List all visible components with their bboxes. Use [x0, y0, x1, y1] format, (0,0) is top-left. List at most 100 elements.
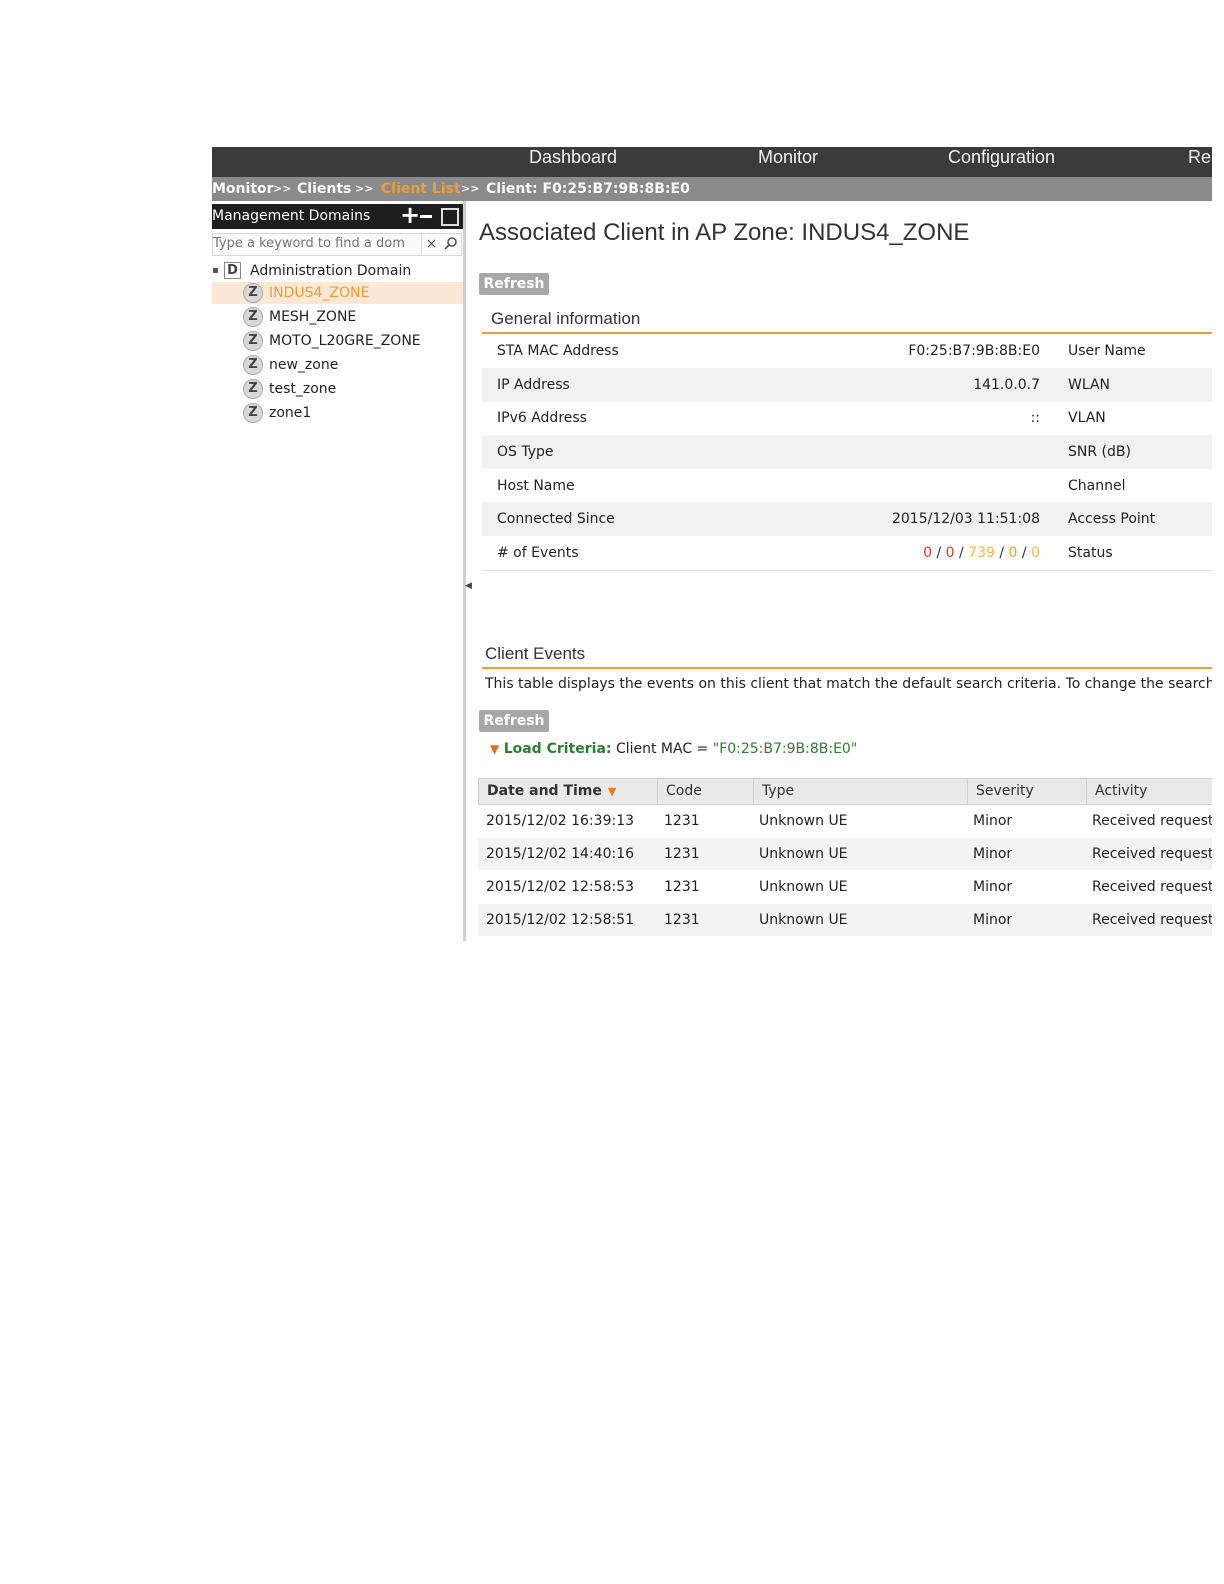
tree-item-new-zone[interactable]: Z new_zone — [212, 354, 463, 376]
table-row[interactable]: 2015/12/02 12:58:51 1231 Unknown UE Mino… — [478, 904, 1212, 936]
cell-type: Unknown UE — [759, 879, 848, 895]
events-refresh-button[interactable]: Refresh — [479, 710, 549, 732]
tree-item-indus4-zone[interactable]: Z INDUS4_ZONE — [212, 282, 463, 304]
table-row[interactable]: 2015/12/02 12:58:53 1231 Unknown UE Mino… — [478, 871, 1212, 903]
separator: / — [999, 545, 1005, 561]
crumb-separator: >> — [273, 182, 292, 195]
info-key: Channel — [1068, 478, 1126, 494]
major-count[interactable]: 0 — [946, 545, 955, 561]
crumb-monitor[interactable]: Monitor — [212, 177, 274, 201]
info-row: STA MAC Address F0:25:B7:9B:8B:E0 User N… — [482, 334, 1212, 368]
tree-item-mesh-zone[interactable]: Z MESH_ZONE — [212, 306, 463, 328]
separator: / — [936, 545, 942, 561]
tree-item-zone1[interactable]: Z zone1 — [212, 402, 463, 424]
sidebar-header: Management Domains + — [212, 201, 463, 229]
clear-icon[interactable]: × — [421, 234, 441, 255]
sidebar-title: Management Domains — [212, 208, 371, 224]
crumb-client: Client: F0:25:B7:9B:8B:E0 — [486, 181, 690, 197]
top-nav: Dashboard Monitor Configuration Re — [212, 147, 1212, 177]
info-value: :: — [1030, 410, 1040, 426]
tree-item-moto-l20gre-zone[interactable]: Z MOTO_L20GRE_ZONE — [212, 330, 463, 352]
criteria-key: Client MAC = — [615, 741, 709, 757]
column-type[interactable]: Type — [753, 779, 967, 804]
informational-count[interactable]: 0 — [1031, 545, 1040, 561]
info-key: OS Type — [497, 444, 554, 460]
sidebar-splitter[interactable] — [463, 201, 466, 941]
domain-search-input[interactable] — [213, 234, 419, 253]
crumb-separator: >> — [461, 182, 480, 195]
remove-icon[interactable] — [420, 215, 432, 218]
column-label: Date and Time — [487, 783, 602, 799]
info-row: IP Address 141.0.0.7 WLAN — [482, 368, 1212, 402]
search-icon[interactable] — [441, 234, 461, 255]
nav-dashboard[interactable]: Dashboard — [529, 147, 617, 177]
tree-item-label: Administration Domain — [250, 263, 412, 279]
cell-severity: Minor — [973, 813, 1013, 829]
info-value: 141.0.0.7 — [973, 377, 1040, 393]
column-date-time[interactable]: Date and Time ▼ — [479, 779, 657, 804]
cell-code: 1231 — [664, 813, 700, 829]
table-row[interactable]: 2015/12/02 16:39:13 1231 Unknown UE Mino… — [478, 805, 1212, 837]
cell-type: Unknown UE — [759, 912, 848, 928]
crumb-client-list[interactable]: Client List — [381, 177, 461, 201]
tree-item-label: INDUS4_ZONE — [269, 285, 370, 301]
event-counts: 0 / 0 / 739 / 0 / 0 — [923, 536, 1040, 570]
zone-icon: Z — [243, 355, 263, 375]
zone-icon: Z — [243, 331, 263, 351]
tree-item-label: MOTO_L20GRE_ZONE — [269, 333, 421, 349]
tree-item-label: zone1 — [269, 405, 312, 421]
main-content: Associated Client in AP Zone: INDUS4_ZON… — [470, 201, 1212, 941]
cell-activity: Received request — [1092, 813, 1212, 829]
table-row[interactable]: 2015/12/02 14:40:16 1231 Unknown UE Mino… — [478, 838, 1212, 870]
warning-count[interactable]: 0 — [1009, 545, 1018, 561]
zone-icon: Z — [243, 307, 263, 327]
tree-item-label: MESH_ZONE — [269, 309, 357, 325]
cell-date: 2015/12/02 12:58:53 — [486, 879, 635, 895]
column-severity[interactable]: Severity — [967, 779, 1086, 804]
tree-item-administration-domain[interactable]: ▪ D Administration Domain — [212, 260, 463, 282]
info-row: Host Name Channel — [482, 469, 1212, 503]
column-activity[interactable]: Activity — [1086, 779, 1212, 804]
cell-date: 2015/12/02 14:40:16 — [486, 846, 635, 862]
cell-activity: Received request — [1092, 879, 1212, 895]
nav-monitor[interactable]: Monitor — [758, 147, 818, 177]
info-key: WLAN — [1068, 377, 1111, 393]
cell-code: 1231 — [664, 912, 700, 928]
settings-icon[interactable] — [441, 208, 459, 226]
zone-icon: Z — [243, 403, 263, 423]
refresh-button[interactable]: Refresh — [479, 273, 549, 295]
minor-count[interactable]: 739 — [968, 545, 995, 561]
load-criteria[interactable]: ▼ Load Criteria: Client MAC = "F0:25:B7:… — [490, 741, 857, 757]
info-key: IP Address — [497, 377, 570, 393]
info-row: OS Type SNR (dB) — [482, 435, 1212, 469]
critical-count[interactable]: 0 — [923, 545, 932, 561]
cell-type: Unknown UE — [759, 846, 848, 862]
events-description: This table displays the events on this c… — [485, 676, 1212, 692]
breadcrumb: Monitor >> Clients >> Client List >> Cli… — [212, 177, 1212, 201]
add-icon[interactable]: + — [400, 201, 420, 229]
expand-icon[interactable]: ▼ — [490, 742, 499, 756]
domain-search: × — [212, 233, 462, 256]
crumb-separator: >> — [355, 182, 374, 195]
cell-date: 2015/12/02 16:39:13 — [486, 813, 635, 829]
criteria-label: Load Criteria: — [503, 741, 612, 757]
cell-code: 1231 — [664, 846, 700, 862]
separator: / — [1021, 545, 1027, 561]
cell-severity: Minor — [973, 879, 1013, 895]
client-events-title: Client Events — [485, 644, 586, 663]
info-key: Host Name — [497, 478, 575, 494]
crumb-clients[interactable]: Clients — [297, 177, 351, 201]
info-key: SNR (dB) — [1068, 444, 1131, 460]
tree-item-label: new_zone — [269, 357, 339, 373]
collapse-icon[interactable]: ▪ — [212, 260, 219, 282]
nav-report[interactable]: Re — [1188, 147, 1211, 177]
info-key: IPv6 Address — [497, 410, 587, 426]
tree-item-test-zone[interactable]: Z test_zone — [212, 378, 463, 400]
page-title: Associated Client in AP Zone: INDUS4_ZON… — [479, 219, 970, 246]
info-row: # of Events 0 / 0 / 739 / 0 / 0 Status — [482, 536, 1212, 571]
zone-icon: Z — [243, 283, 263, 303]
nav-configuration[interactable]: Configuration — [948, 147, 1055, 177]
table-header: Date and Time ▼ Code Type Severity Activi… — [478, 778, 1212, 805]
cell-type: Unknown UE — [759, 813, 848, 829]
column-code[interactable]: Code — [657, 779, 753, 804]
